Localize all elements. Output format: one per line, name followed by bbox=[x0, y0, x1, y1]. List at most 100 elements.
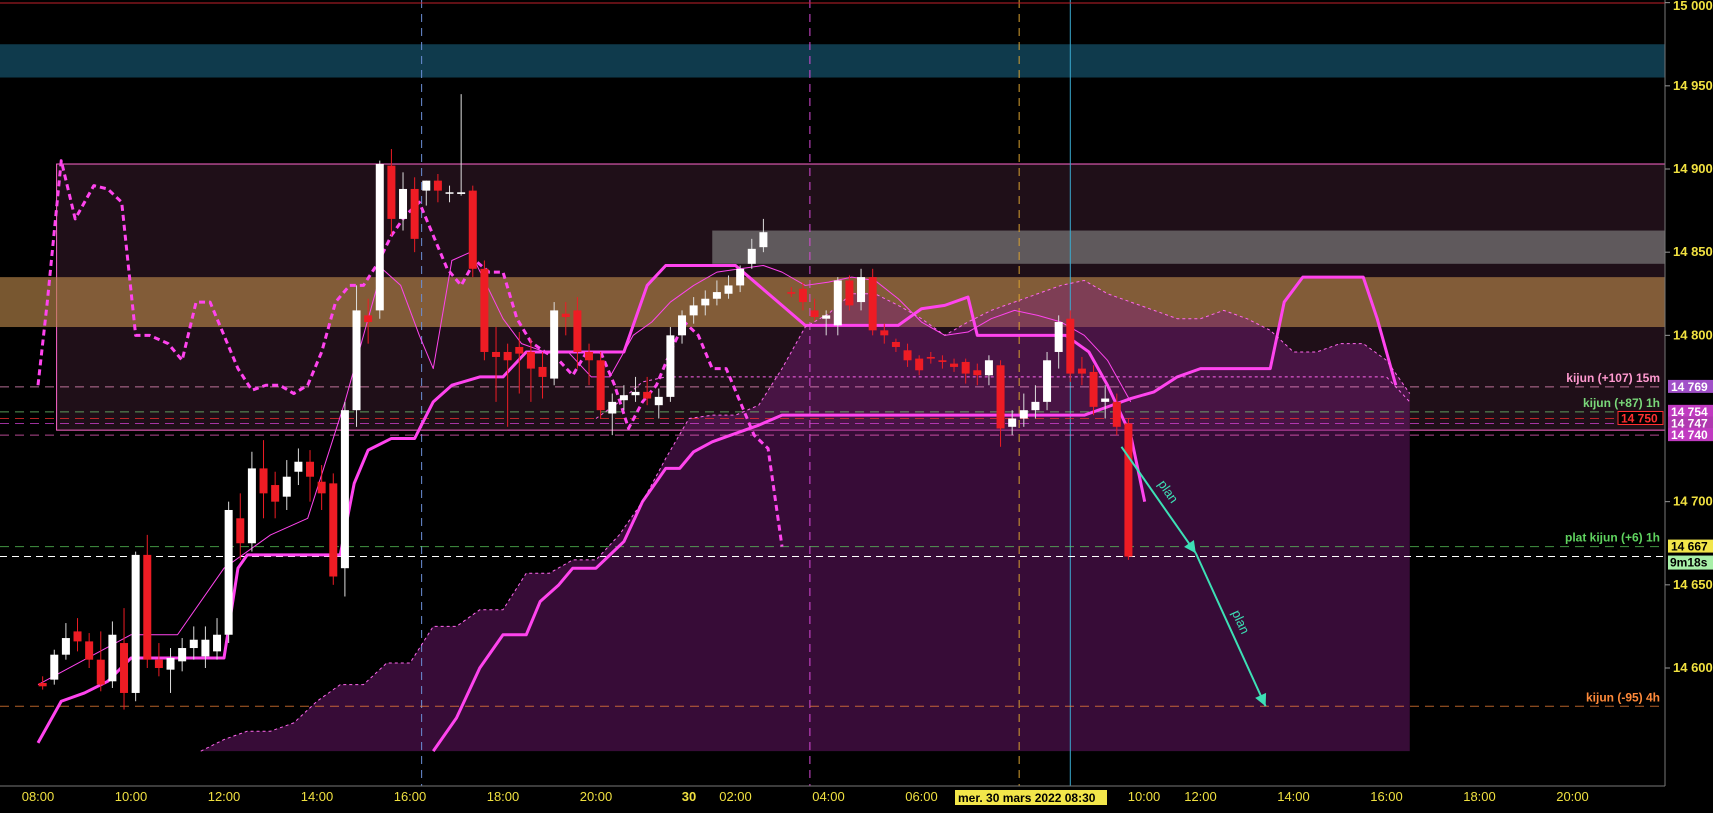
level-label-0: kijun (+107) 15m bbox=[1566, 371, 1660, 385]
cursor-time-label-text: mer. 30 mars 2022 08:30 bbox=[958, 791, 1096, 805]
x-tick-label-5: 18:00 bbox=[487, 789, 520, 804]
candle-body-5 bbox=[96, 659, 105, 685]
x-tick-label-7: 30 bbox=[682, 789, 696, 804]
candle-body-20 bbox=[271, 485, 280, 502]
candle-body-81 bbox=[996, 365, 1005, 429]
candle-body-84 bbox=[1031, 401, 1040, 411]
candle-body-14 bbox=[201, 639, 210, 657]
candle-body-9 bbox=[143, 554, 152, 660]
candle-body-61 bbox=[747, 248, 756, 264]
candle-body-36 bbox=[457, 192, 466, 194]
candle-body-22 bbox=[294, 461, 303, 472]
candle-body-46 bbox=[573, 310, 582, 352]
candle-body-41 bbox=[515, 346, 524, 354]
candle-body-15 bbox=[213, 634, 222, 652]
candle-body-43 bbox=[538, 366, 547, 377]
candle-body-55 bbox=[678, 315, 687, 336]
candle-body-12 bbox=[178, 648, 187, 662]
candle-body-24 bbox=[317, 481, 326, 494]
y-tick-label-2: 14 900 bbox=[1673, 161, 1713, 176]
candle-body-44 bbox=[550, 310, 559, 379]
chart-canvas[interactable]: planplan 15 00014 95014 90014 85014 8001… bbox=[0, 0, 1713, 808]
candle-body-6 bbox=[108, 634, 117, 682]
candle-body-28 bbox=[364, 315, 373, 323]
price-tag-5: 14 667 bbox=[1671, 540, 1708, 554]
candle-body-7 bbox=[120, 643, 129, 693]
candle-body-38 bbox=[480, 268, 489, 352]
candle-body-64 bbox=[798, 288, 807, 303]
candle-body-47 bbox=[585, 351, 594, 361]
candle-body-63 bbox=[787, 292, 796, 294]
candle-body-83 bbox=[1019, 410, 1028, 419]
x-tick-label-0: 08:00 bbox=[22, 789, 55, 804]
candle-body-33 bbox=[422, 180, 431, 191]
x-tick-label-11: 10:00 bbox=[1128, 789, 1161, 804]
candle-body-23 bbox=[306, 461, 315, 477]
candle-body-67 bbox=[833, 280, 842, 326]
candle-body-68 bbox=[845, 280, 854, 306]
x-tick-label-6: 20:00 bbox=[580, 789, 613, 804]
candle-body-4 bbox=[85, 641, 94, 660]
candle-body-69 bbox=[857, 277, 866, 303]
candle-body-70 bbox=[868, 277, 877, 331]
level-label-5: plat kijun (+6) 1h bbox=[1565, 531, 1660, 545]
price-tag-0: 14 769 bbox=[1671, 380, 1708, 394]
x-tick-label-4: 16:00 bbox=[394, 789, 427, 804]
x-tick-label-15: 18:00 bbox=[1463, 789, 1496, 804]
candle-body-76 bbox=[938, 360, 947, 362]
countdown-tag: 9m18s bbox=[1670, 556, 1708, 570]
cursor-time-label: mer. 30 mars 2022 08:30 bbox=[955, 790, 1107, 805]
candle-body-87 bbox=[1066, 318, 1075, 374]
candle-body-40 bbox=[503, 351, 512, 361]
candle-body-8 bbox=[131, 554, 140, 693]
candle-body-45 bbox=[561, 313, 570, 318]
y-tick-label-5: 14 700 bbox=[1673, 494, 1713, 509]
candle-body-88 bbox=[1077, 368, 1086, 374]
y-tick-label-6: 14 650 bbox=[1673, 577, 1713, 592]
x-tick-label-3: 14:00 bbox=[301, 789, 334, 804]
candle-body-42 bbox=[526, 351, 535, 369]
candle-body-86 bbox=[1054, 322, 1063, 352]
candle-body-91 bbox=[1112, 401, 1121, 427]
candle-body-50 bbox=[619, 395, 628, 401]
candle-body-82 bbox=[1008, 418, 1017, 427]
candle-body-66 bbox=[822, 315, 831, 319]
x-tick-label-12: 12:00 bbox=[1184, 789, 1217, 804]
candle-body-79 bbox=[973, 370, 982, 376]
candle-body-78 bbox=[961, 361, 970, 374]
y-tick-label-4: 14 800 bbox=[1673, 327, 1713, 342]
candle-body-57 bbox=[701, 298, 710, 306]
candle-body-80 bbox=[984, 360, 993, 376]
price-tag-2: 14 750 bbox=[1621, 412, 1658, 426]
y-tick-label-3: 14 850 bbox=[1673, 244, 1713, 259]
price-tag-4: 14 740 bbox=[1671, 428, 1708, 442]
candle-body-10 bbox=[154, 659, 163, 668]
candle-body-58 bbox=[712, 292, 721, 299]
x-tick-label-10: 06:00 bbox=[905, 789, 938, 804]
candle-body-18 bbox=[247, 468, 256, 544]
candle-body-59 bbox=[724, 285, 733, 294]
candle-body-25 bbox=[329, 483, 338, 577]
candle-body-51 bbox=[631, 391, 640, 396]
candle-body-48 bbox=[596, 360, 605, 411]
candle-body-71 bbox=[880, 330, 889, 336]
candle-body-31 bbox=[399, 188, 408, 219]
candle-body-54 bbox=[666, 335, 675, 397]
grey-zone bbox=[712, 230, 1665, 264]
x-tick-label-16: 20:00 bbox=[1556, 789, 1589, 804]
candle-body-19 bbox=[259, 468, 268, 494]
candle-body-26 bbox=[340, 410, 349, 569]
candle-body-3 bbox=[73, 631, 82, 642]
candle-body-72 bbox=[891, 341, 900, 347]
candle-body-30 bbox=[387, 165, 396, 219]
candle-body-29 bbox=[375, 164, 384, 311]
candle-body-74 bbox=[915, 358, 924, 371]
candle-body-49 bbox=[608, 401, 617, 414]
x-tick-label-2: 12:00 bbox=[208, 789, 241, 804]
candle-body-85 bbox=[1043, 360, 1052, 402]
candle-body-1 bbox=[50, 654, 59, 680]
ichimoku-candlestick-chart[interactable]: plan plan 15 000 14 950 14 900 14 850 14 800 1… bbox=[0, 0, 1713, 808]
candle-body-65 bbox=[810, 310, 819, 318]
y-tick-label-1: 14 950 bbox=[1673, 78, 1713, 93]
y-tick-label-7: 14 600 bbox=[1673, 660, 1713, 675]
